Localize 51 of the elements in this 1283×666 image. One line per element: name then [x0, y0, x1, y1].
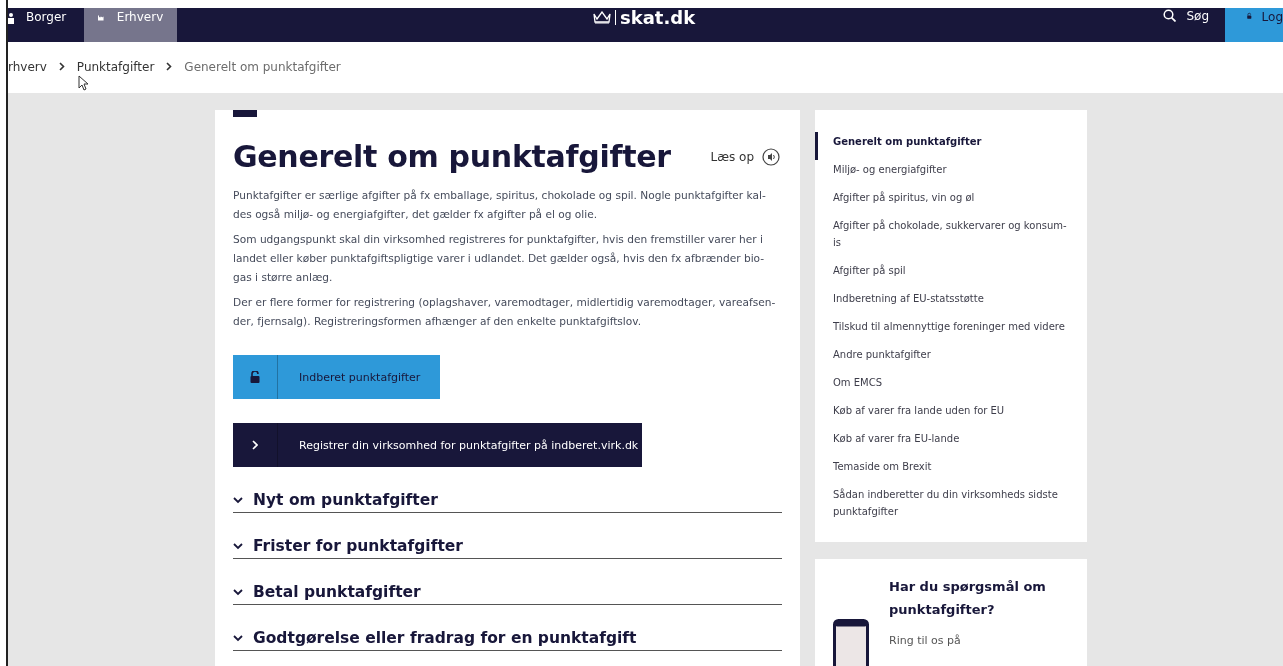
page-title: Generelt om punktafgifter [233, 139, 671, 174]
sidebar-link[interactable]: Temaside om Brexit [833, 457, 1069, 485]
site-logo[interactable]: skat.dk [593, 8, 696, 26]
search-button[interactable]: Søg [1163, 8, 1225, 42]
search-icon [1163, 9, 1177, 22]
factory-icon [98, 13, 105, 23]
sidebar-link[interactable]: Om EMCS [833, 373, 1069, 401]
person-icon [8, 13, 14, 24]
chevron-down-icon [233, 634, 243, 642]
nav-tab[interactable]: Borger [8, 8, 77, 42]
contact-text: Ring til os på [889, 634, 961, 647]
sidebar-link[interactable]: Andre punktafgifter [833, 345, 1069, 373]
sidebar-link[interactable]: Indberetning af EU-statsstøtte [833, 289, 1069, 317]
crown-icon [593, 10, 611, 24]
sidebar-link[interactable]: Køb af varer fra lande uden for EU [833, 401, 1069, 429]
chevron-down-icon [233, 588, 243, 596]
login-cta-button[interactable]: Indberet punktafgifter [233, 355, 440, 399]
chevron-right-icon [58, 62, 65, 71]
register-link-button[interactable]: Registrer din virksomhed for punktafgifter på indberet.virk.dk [233, 423, 642, 467]
sidebar-link[interactable]: Sådan indberetter du din virksomheds sidste punktafgifter [833, 485, 1069, 530]
sidebar-link[interactable]: Afgifter på chokolade, sukkervarer og konsum-is [833, 216, 1069, 261]
accordion-header[interactable]: Frister for punktafgifter [233, 521, 782, 559]
chevron-right-icon [252, 440, 258, 450]
sidebar-link[interactable]: Afgifter på spil [833, 261, 1069, 289]
nav-tab[interactable]: Erhverv [84, 8, 178, 42]
breadcrumb-link[interactable]: Punktafgifter [76, 59, 155, 74]
sidebar-link[interactable]: Køb af varer fra EU-lande [833, 429, 1069, 457]
contact-title: Har du spørgsmål om punktafgifter? [889, 578, 1047, 619]
accordion-header[interactable]: Betal punktafgifter [233, 567, 782, 605]
body-paragraph: Der er flere former for registrering (oplagshaver, varemodtager, midlertidig varemodtager, vareafsen-der, fjernsalg). Registreringsformen afhænger af den enkelte punktafgiftslov. [233, 295, 777, 329]
padlock-icon [1247, 10, 1252, 22]
sidebar-link[interactable]: Afgifter på spiritus, vin og øl [833, 188, 1069, 216]
accordion-header[interactable]: Nyt om punktafgifter [233, 475, 782, 513]
accent-bar [233, 110, 257, 117]
accordion-header[interactable]: Godtgørelse eller fradrag for en punktafgift [233, 613, 782, 651]
sidebar-link[interactable]: Tilskud til almennyttige foreninger med videre [833, 317, 1069, 345]
padlock-icon [250, 371, 260, 383]
read-aloud-button[interactable]: Læs op [710, 147, 780, 166]
chevron-down-icon [233, 542, 243, 550]
speaker-icon [762, 147, 780, 166]
chevron-right-icon [166, 62, 173, 71]
breadcrumb-link[interactable]: rhverv [8, 59, 47, 74]
phone-icon [833, 619, 869, 666]
body-paragraph: Som udgangspunkt skal din virksomhed registreres for punktafgifter, hvis den fremstiller varer her i landet eller køber punktafgiftspligtige varer i udlandet. Det gælder også, hvis den fx afbrænder bio-gas i større anlæg. [233, 232, 766, 285]
sidebar-link[interactable]: Generelt om punktafgifter [815, 132, 1069, 160]
logo-text: skat.dk [620, 6, 696, 28]
login-button[interactable]: Log [1225, 8, 1283, 42]
breadcrumb-current: Generelt om punktafgifter [184, 59, 341, 74]
body-paragraph: Punktafgifter er særlige afgifter på fx emballage, spiritus, chokolade og spil. Nogle punktafgifter kal-des også miljø- og energiafgifter, det gælder fx afgifter på el og olie. [233, 188, 767, 222]
chevron-down-icon [233, 496, 243, 504]
sidebar-link[interactable]: Miljø- og energiafgifter [833, 160, 1069, 188]
